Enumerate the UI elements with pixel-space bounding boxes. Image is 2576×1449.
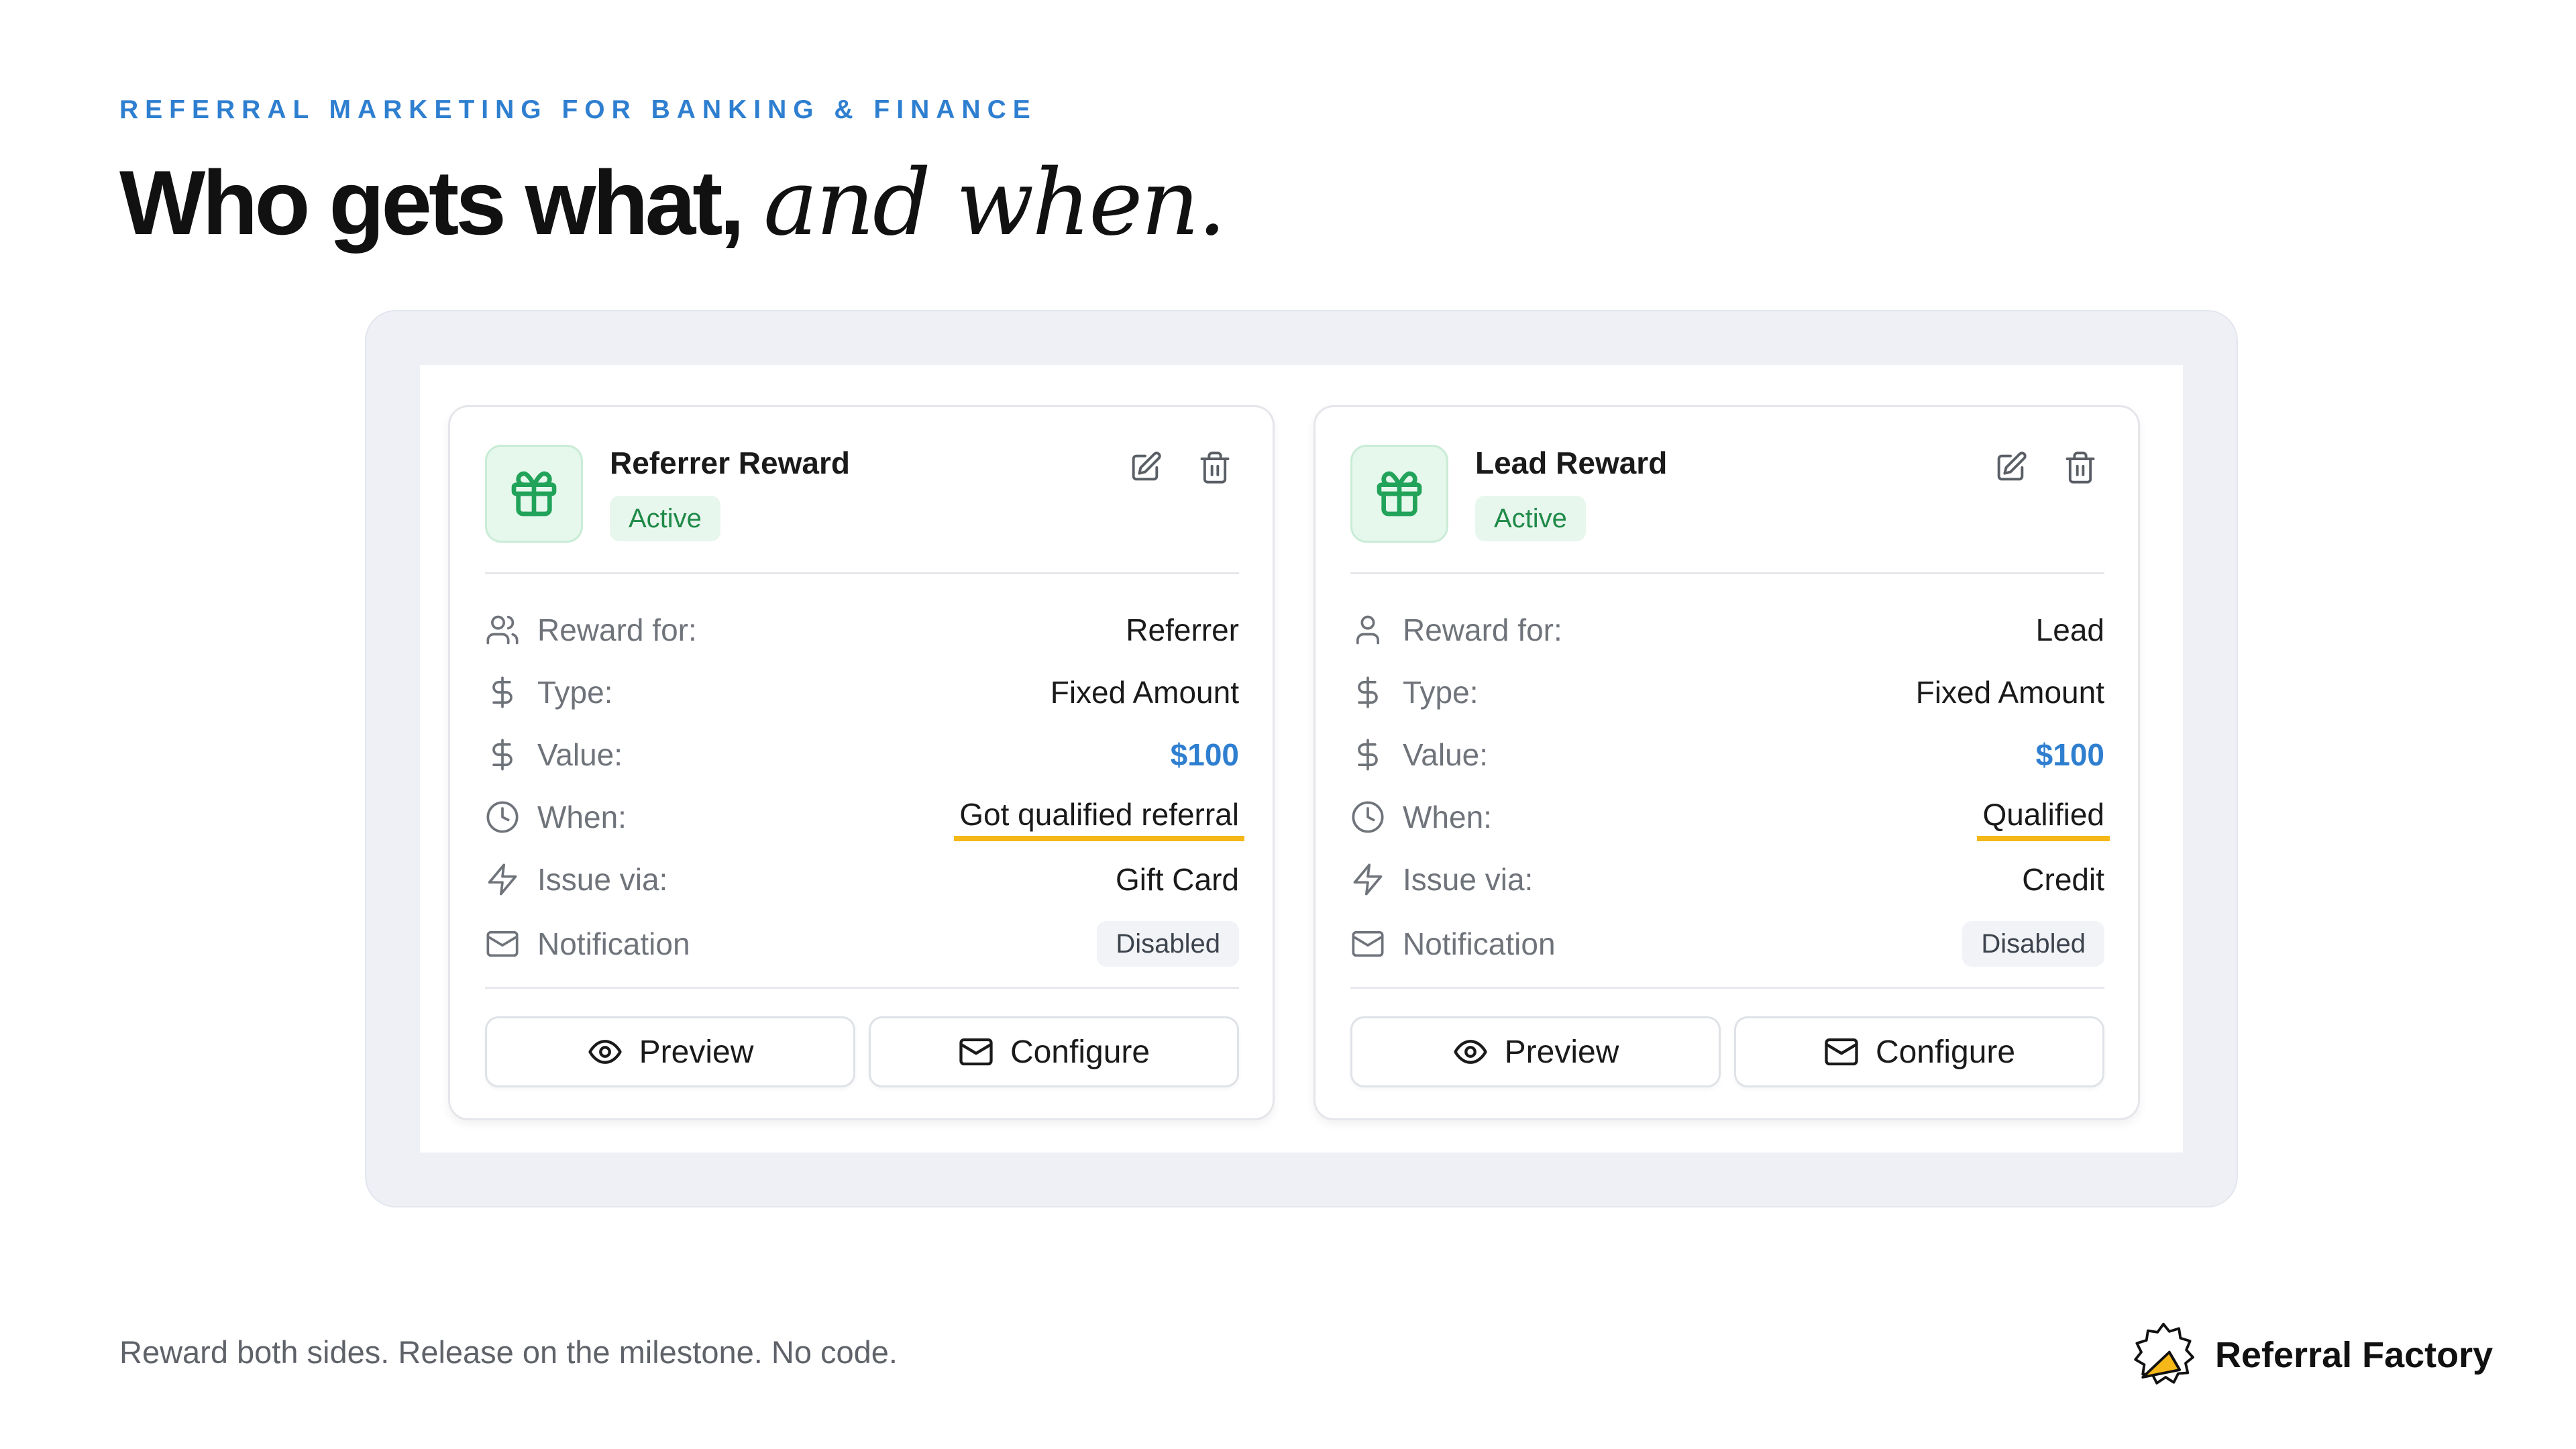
dollar-icon	[485, 675, 520, 710]
dollar-icon	[485, 737, 520, 772]
highlighted-milestone: Qualified	[1977, 793, 2110, 841]
delete-button[interactable]	[1193, 446, 1236, 489]
users-icon	[485, 612, 520, 647]
notification-status-badge: Disabled	[1962, 921, 2104, 967]
headline-strong: Who gets what,	[119, 152, 745, 254]
headline-italic: and when.	[763, 150, 1226, 256]
reward-card-lead: Lead Reward Active Reward for: Lead Type…	[1313, 405, 2140, 1120]
dollar-icon	[1350, 675, 1385, 710]
row-label: When:	[1403, 800, 1492, 835]
edit-icon	[1997, 451, 2027, 481]
app-canvas: Referrer Reward Active Reward for: Refer…	[420, 365, 2183, 1152]
clock-icon	[1350, 800, 1385, 835]
mail-icon	[959, 1038, 993, 1066]
row-label: Reward for:	[537, 612, 697, 647]
divider	[1350, 987, 2104, 989]
lightning-icon	[1350, 862, 1385, 897]
status-badge: Active	[1475, 496, 1586, 541]
row-label: Notification	[537, 926, 690, 961]
preview-button[interactable]: Preview	[485, 1016, 855, 1087]
configure-button[interactable]: Configure	[869, 1016, 1239, 1087]
eye-icon	[588, 1040, 622, 1064]
clock-icon	[485, 800, 520, 835]
row-label: Issue via:	[537, 862, 668, 897]
row-label: Type:	[1403, 675, 1479, 710]
row-value: Referrer	[1126, 612, 1239, 647]
mail-icon	[485, 926, 520, 961]
referral-factory-logo-icon	[2134, 1322, 2194, 1385]
row-label: Issue via:	[1403, 862, 1534, 897]
page-headline: Who gets what, and when.	[119, 149, 1226, 257]
row-value: Fixed Amount	[1050, 675, 1239, 710]
dollar-icon	[1350, 737, 1385, 772]
trash-icon	[2065, 451, 2095, 484]
detail-row-type: Type: Fixed Amount	[485, 668, 1239, 716]
gift-icon	[485, 445, 583, 543]
eyebrow-label: REFERRAL MARKETING FOR BANKING & FINANCE	[119, 95, 1037, 124]
mail-icon	[1825, 1038, 1858, 1066]
row-value: Credit	[2022, 862, 2104, 897]
preview-button[interactable]: Preview	[1350, 1016, 1721, 1087]
preview-button-label: Preview	[1504, 1034, 1619, 1070]
eye-icon	[1454, 1040, 1487, 1064]
configure-button[interactable]: Configure	[1734, 1016, 2104, 1087]
edit-button[interactable]	[1124, 446, 1167, 489]
divider	[485, 987, 1239, 989]
configure-button-label: Configure	[1010, 1034, 1150, 1070]
row-value: Gift Card	[1115, 862, 1239, 897]
gift-icon	[1350, 445, 1448, 543]
row-label: Reward for:	[1403, 612, 1562, 647]
trash-icon	[1200, 451, 1230, 484]
highlighted-milestone: Got qualified referral	[954, 793, 1244, 841]
brand-logo: Referral Factory	[2127, 1315, 2493, 1395]
detail-row-reward-for: Reward for: Lead	[1350, 606, 2104, 654]
reward-value: $100	[2035, 737, 2104, 772]
detail-row-when: When: Got qualified referral	[485, 793, 1244, 841]
reward-value: $100	[1170, 737, 1239, 772]
detail-row-type: Type: Fixed Amount	[1350, 668, 2104, 716]
status-badge: Active	[610, 496, 720, 541]
detail-row-notification: Notification Disabled	[485, 920, 1239, 968]
divider	[485, 572, 1239, 574]
detail-row-issue-via: Issue via: Gift Card	[485, 855, 1239, 904]
edit-button[interactable]	[1989, 446, 2032, 489]
detail-row-value: Value: $100	[1350, 731, 2104, 779]
detail-row-issue-via: Issue via: Credit	[1350, 855, 2104, 904]
detail-row-notification: Notification Disabled	[1350, 920, 2104, 968]
row-label: Notification	[1403, 926, 1556, 961]
row-value: Fixed Amount	[1915, 675, 2104, 710]
delete-button[interactable]	[2059, 446, 2102, 489]
lightning-icon	[485, 862, 520, 897]
user-icon	[1350, 612, 1385, 647]
reward-card-referrer: Referrer Reward Active Reward for: Refer…	[448, 405, 1275, 1120]
card-title: Lead Reward	[1475, 445, 1668, 480]
divider	[1350, 572, 2104, 574]
row-label: Value:	[1403, 737, 1489, 772]
row-label: Type:	[537, 675, 613, 710]
brand-name: Referral Factory	[2215, 1335, 2493, 1375]
card-title: Referrer Reward	[610, 445, 850, 480]
mail-icon	[1350, 926, 1385, 961]
row-label: When:	[537, 800, 627, 835]
preview-button-label: Preview	[639, 1034, 754, 1070]
detail-row-reward-for: Reward for: Referrer	[485, 606, 1239, 654]
footer-tagline: Reward both sides. Release on the milest…	[119, 1334, 898, 1370]
row-value: Lead	[2035, 612, 2104, 647]
detail-row-when: When: Qualified	[1350, 793, 2110, 841]
detail-row-value: Value: $100	[485, 731, 1239, 779]
notification-status-badge: Disabled	[1097, 921, 1239, 967]
row-label: Value:	[537, 737, 623, 772]
edit-icon	[1132, 451, 1161, 481]
configure-button-label: Configure	[1875, 1034, 2016, 1070]
